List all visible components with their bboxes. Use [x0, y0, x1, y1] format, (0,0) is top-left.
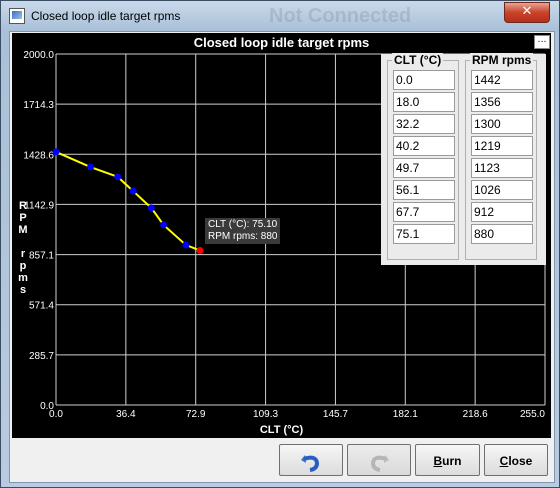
burn-mnemonic: B [433, 454, 443, 468]
x-tick-label: 109.3 [253, 409, 278, 420]
clt-column: CLT (°C) 0.0 18.0 32.2 40.2 49.7 56.1 67… [387, 53, 459, 260]
selected-data-point[interactable] [196, 247, 204, 255]
clt-column-header: CLT (°C) [392, 53, 444, 67]
data-point[interactable] [52, 148, 60, 156]
x-tick-label: 145.7 [323, 409, 348, 420]
window-close-button[interactable]: ✕ [504, 2, 550, 23]
clt-cell[interactable]: 75.1 [393, 224, 455, 244]
rpm-cell[interactable]: 1219 [471, 136, 533, 156]
rpm-cell[interactable]: 1442 [471, 70, 533, 90]
y-axis-label: RPM rpms [18, 200, 28, 296]
dialog-window: Closed loop idle target rpms Not Connect… [0, 0, 560, 488]
x-tick-label: 0.0 [49, 409, 63, 420]
y-tick-label: 857.1 [29, 251, 54, 262]
point-tooltip: CLT (°C): 75.10 RPM rpms: 880 [205, 218, 281, 244]
burn-button[interactable]: Burn [415, 444, 480, 476]
x-tick-label: 218.6 [463, 409, 488, 420]
x-tick-label: 255.0 [520, 409, 545, 420]
undo-button[interactable] [279, 444, 343, 476]
data-point[interactable] [147, 204, 155, 212]
y-tick-label: 571.4 [29, 301, 54, 312]
clt-cell[interactable]: 49.7 [393, 158, 455, 178]
redo-button[interactable] [347, 444, 411, 476]
app-icon [9, 8, 25, 24]
rpm-column-header: RPM rpms [470, 53, 534, 67]
y-tick-label: 2000.0 [23, 50, 54, 61]
close-label: lose [508, 454, 533, 468]
data-point[interactable] [182, 241, 190, 249]
clt-cell[interactable]: 40.2 [393, 136, 455, 156]
clt-cell[interactable]: 18.0 [393, 92, 455, 112]
redo-icon [370, 454, 389, 472]
data-point[interactable] [114, 173, 122, 181]
series-line [55, 151, 201, 252]
x-axis-label: CLT (°C) [259, 424, 304, 436]
clt-cell[interactable]: 56.1 [393, 180, 455, 200]
clt-cell[interactable]: 32.2 [393, 114, 455, 134]
clt-cell[interactable]: 67.7 [393, 202, 455, 222]
rpm-cell[interactable]: 1356 [471, 92, 533, 112]
connection-watermark: Not Connected [269, 5, 412, 27]
chart-menu-button[interactable]: … [534, 35, 550, 49]
rpm-cell[interactable]: 880 [471, 224, 533, 244]
data-point[interactable] [87, 163, 95, 171]
y-tick-label: 1714.3 [23, 100, 54, 111]
rpm-column: RPM rpms 1442 1356 1300 1219 1123 1026 9… [465, 53, 537, 260]
rpm-cell[interactable]: 912 [471, 202, 533, 222]
chart-title: Closed loop idle target rpms [193, 35, 370, 50]
tooltip-y-value: RPM rpms: 880 [208, 231, 278, 242]
title-bar[interactable]: Closed loop idle target rpms Not Connect… [1, 1, 559, 31]
y-tick-label: 1428.6 [23, 150, 54, 161]
burn-label: urn [442, 454, 462, 468]
rpm-cell[interactable]: 1026 [471, 180, 533, 200]
close-icon: ✕ [521, 4, 533, 19]
content-panel: 0.0 285.7 571.4 857.1 1142.9 1428.6 1714.3 2000… [9, 31, 555, 483]
button-bar: Burn Close [10, 439, 554, 481]
table-panel: CLT (°C) 0.0 18.0 32.2 40.2 49.7 56.1 67… [381, 53, 546, 265]
close-button[interactable]: Close [484, 444, 548, 476]
x-tick-label: 36.4 [116, 409, 136, 420]
undo-icon [301, 454, 320, 472]
data-point[interactable] [129, 187, 137, 195]
window-title: Closed loop idle target rpms [31, 9, 181, 23]
x-tick-label: 72.9 [186, 409, 206, 420]
tooltip-x-value: CLT (°C): 75.10 [208, 219, 278, 230]
clt-cell[interactable]: 0.0 [393, 70, 455, 90]
data-point[interactable] [160, 221, 168, 229]
x-tick-label: 182.1 [393, 409, 418, 420]
y-tick-label: 285.7 [29, 351, 54, 362]
rpm-cell[interactable]: 1300 [471, 114, 533, 134]
chart-area[interactable]: 0.0 285.7 571.4 857.1 1142.9 1428.6 1714.3 2000… [12, 33, 551, 438]
rpm-cell[interactable]: 1123 [471, 158, 533, 178]
